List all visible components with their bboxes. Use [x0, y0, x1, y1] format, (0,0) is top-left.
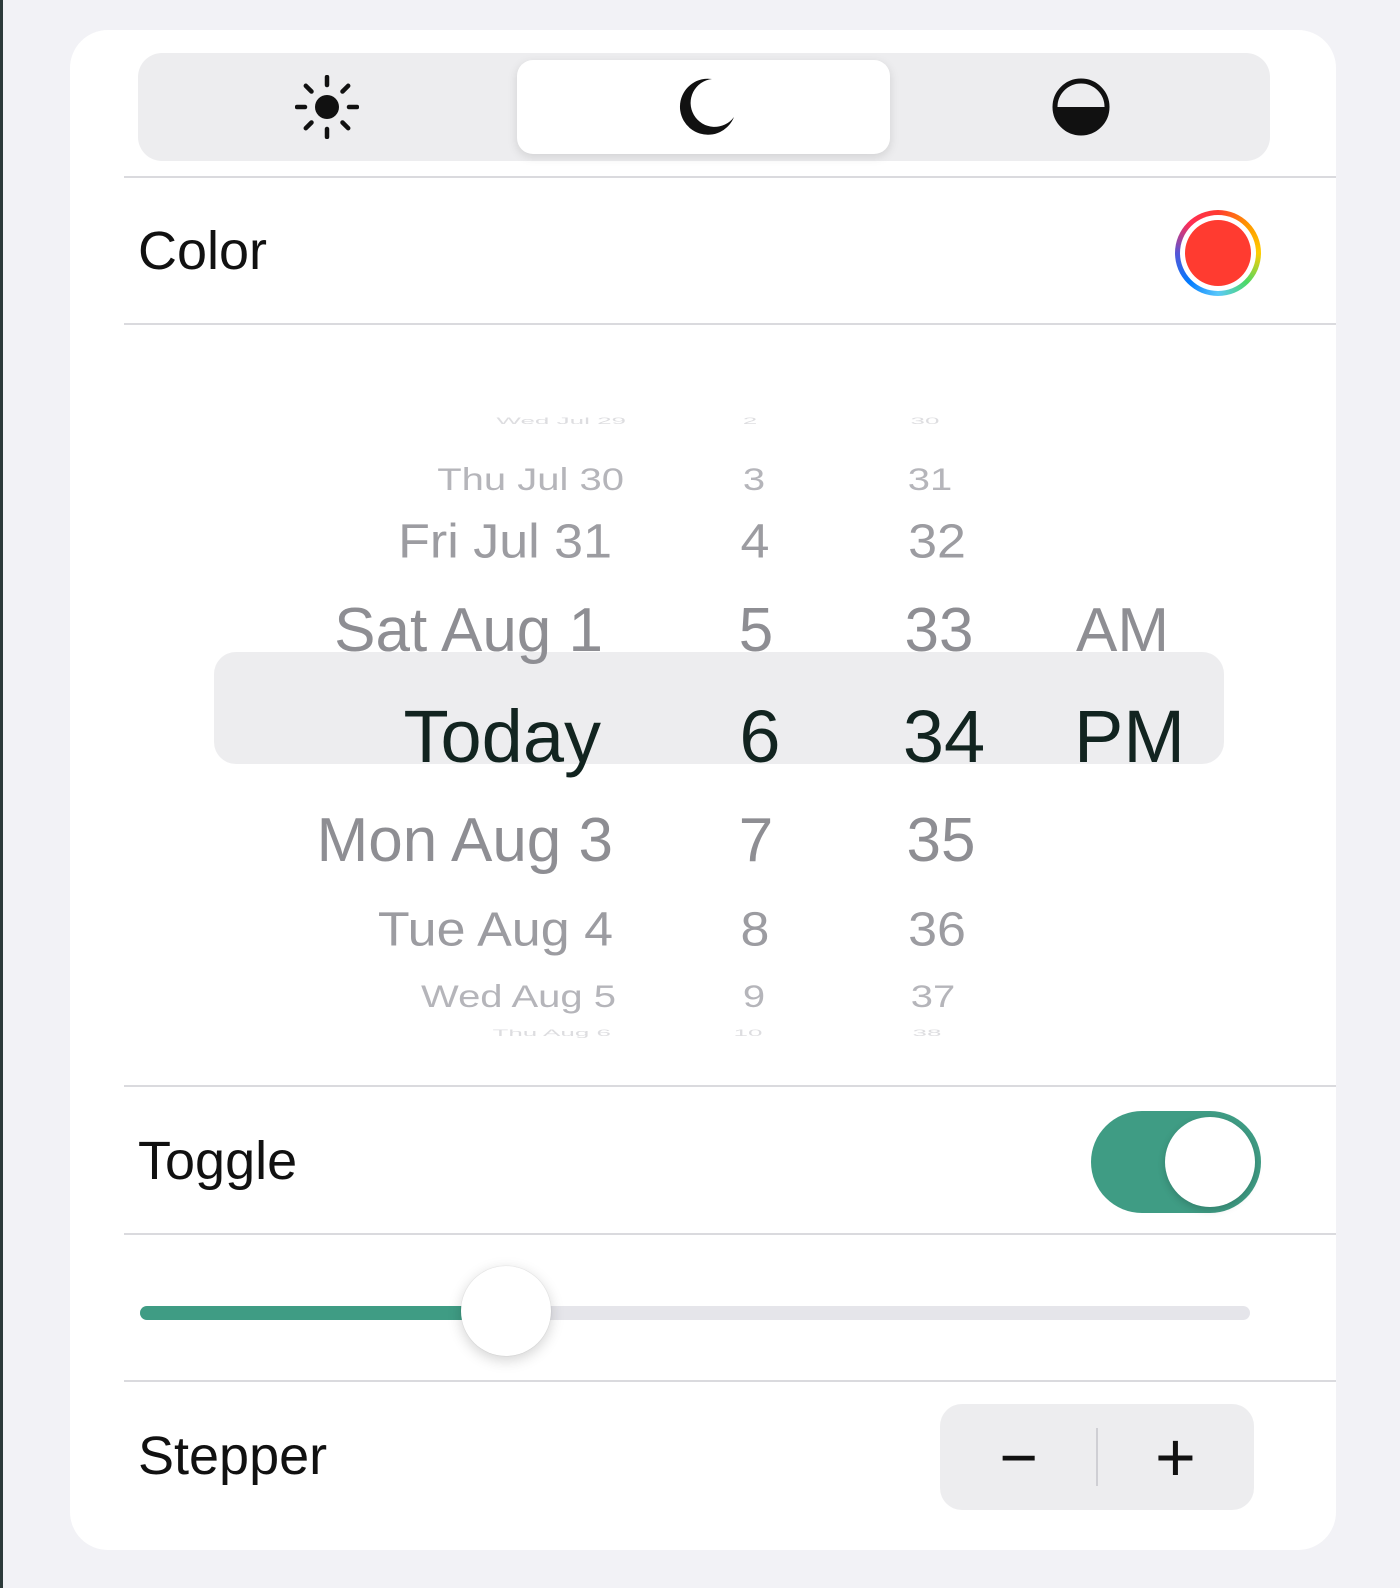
picker-minute-item: 31	[907, 462, 953, 498]
picker-minute-item: 38	[912, 1027, 942, 1039]
plus-icon: +	[1155, 1418, 1196, 1496]
picker-minute-item: 36	[908, 903, 966, 957]
divider	[124, 1233, 1336, 1235]
picker-hour-item: 4	[740, 515, 770, 569]
picker-date-item: Mon Aug 3	[316, 806, 613, 875]
picker-minute-item: 33	[904, 596, 974, 665]
window-edge	[0, 0, 3, 1588]
picker-minute-item: 30	[910, 415, 940, 427]
slider-fill	[140, 1306, 507, 1320]
appearance-segmented-control	[138, 53, 1270, 161]
picker-date-item: Thu Aug 6	[492, 1027, 611, 1039]
picker-hour-item: 3	[742, 462, 766, 498]
half-circle-icon	[1052, 78, 1109, 136]
divider	[124, 176, 1336, 178]
picker-hour-item: 2	[742, 415, 758, 427]
divider	[124, 1380, 1336, 1382]
picker-hour-selected: 6	[739, 695, 781, 778]
stepper-increment-button[interactable]: +	[1097, 1404, 1254, 1510]
toggle-switch[interactable]	[1091, 1111, 1261, 1213]
picker-date-item: Fri Jul 31	[398, 515, 612, 569]
segment-light[interactable]	[138, 53, 515, 161]
picker-date-item: Tue Aug 4	[377, 903, 613, 957]
color-swatch	[1185, 220, 1251, 286]
date-time-picker[interactable]: Wed Jul 29 Thu Jul 30 Fri Jul 31 Sat Aug…	[70, 330, 1336, 1080]
slider-track[interactable]	[140, 1306, 1250, 1320]
picker-minute-selected: 34	[902, 695, 986, 778]
picker-date-item: Wed Aug 5	[421, 979, 616, 1015]
picker-hour-item: 5	[738, 596, 774, 665]
picker-minute-item: 37	[910, 979, 956, 1015]
color-well[interactable]	[1175, 210, 1261, 296]
stepper-label: Stepper	[138, 1426, 328, 1486]
picker-date-item: Sat Aug 1	[334, 596, 603, 665]
picker-minute-item: 32	[908, 515, 966, 569]
settings-card: Color Wed Jul 29 Thu Jul 30 Fri Jul 31 S…	[70, 30, 1336, 1550]
color-label: Color	[138, 221, 268, 281]
stepper: − +	[940, 1404, 1254, 1510]
toggle-knob	[1165, 1117, 1255, 1207]
sun-icon	[294, 75, 359, 139]
toggle-label: Toggle	[138, 1131, 298, 1191]
segment-dark[interactable]	[515, 53, 892, 161]
picker-hour-item: 9	[742, 979, 766, 1015]
moon-icon	[679, 78, 734, 135]
picker-hour-item: 7	[738, 806, 774, 875]
stepper-decrement-button[interactable]: −	[940, 1404, 1097, 1510]
picker-hour-item: 8	[740, 903, 770, 957]
segment-auto[interactable]	[892, 53, 1269, 161]
divider	[124, 1085, 1336, 1087]
picker-selection-band	[214, 652, 1224, 764]
picker-date-selected: Today	[403, 695, 601, 778]
picker-period-item: AM	[1076, 596, 1169, 665]
minus-icon: −	[999, 1420, 1038, 1494]
slider-thumb[interactable]	[461, 1266, 552, 1356]
picker-date-item: Wed Jul 29	[496, 415, 626, 427]
picker-hour-item: 10	[733, 1027, 763, 1039]
picker-minute-item: 35	[906, 806, 976, 875]
picker-date-item: Thu Jul 30	[437, 462, 624, 498]
picker-period-selected: PM	[1074, 695, 1185, 778]
divider	[124, 323, 1336, 325]
